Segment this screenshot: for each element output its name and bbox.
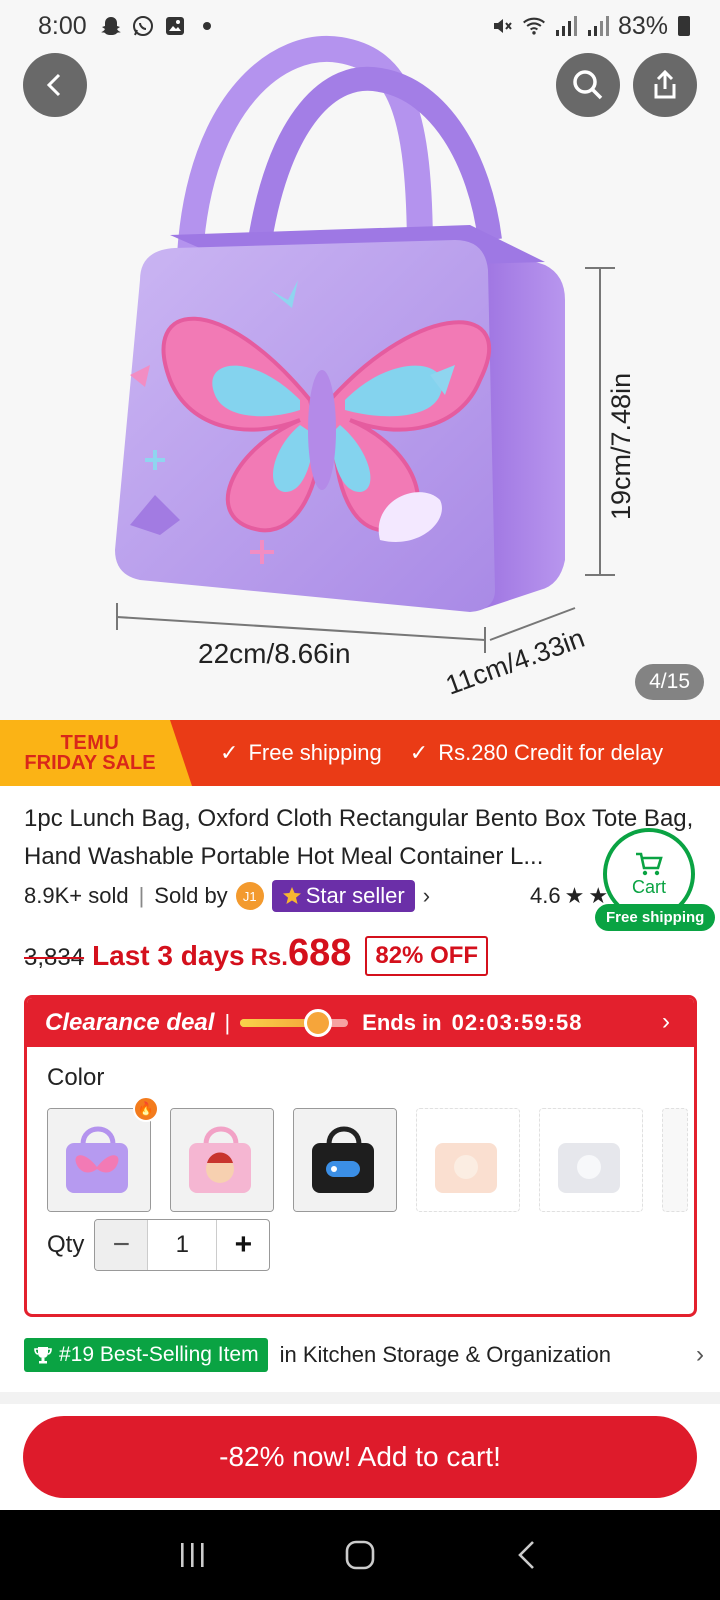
color-swatch-more[interactable] (662, 1108, 688, 1212)
search-button[interactable] (556, 53, 620, 117)
price-row: 3,834 Last 3 days Rs. 688 82% OFF (24, 932, 489, 980)
clearance-deal-panel: Clearance deal | Ends in 02:03:59:58 › C… (24, 995, 697, 1317)
rating[interactable]: 4.6 ★ ★ (530, 878, 608, 914)
star-icon (282, 887, 301, 904)
battery-percent: 83% (617, 11, 668, 40)
dot-icon (195, 14, 219, 38)
best-seller-label: #19 Best-Selling Item (59, 1343, 259, 1366)
countdown-timer: 02:03:59:58 (451, 1009, 583, 1035)
ends-in-label: Ends in (362, 1009, 442, 1035)
clearance-progress-bar (240, 1008, 349, 1037)
snapchat-icon (99, 14, 123, 38)
dim-width-label: 22cm/8.66in (198, 638, 351, 669)
whatsapp-icon (131, 14, 155, 38)
home-button[interactable] (330, 1535, 390, 1575)
add-to-cart-button[interactable]: -82% now! Add to cart! (23, 1416, 697, 1498)
battery-icon (678, 16, 690, 36)
quantity-stepper: − 1 + (94, 1219, 271, 1271)
fire-icon: 🔥 (133, 1096, 159, 1122)
back-icon (517, 1541, 534, 1569)
promo-free-shipping: ✓ Free shipping (220, 740, 382, 766)
section-divider (0, 1392, 720, 1404)
currency: Rs. (250, 944, 288, 971)
cart-icon (636, 852, 663, 875)
divider: | (224, 1009, 231, 1035)
lunch-bag-image: 19cm/7.48in 22cm/8.66in 11cm/4.33in (115, 35, 636, 701)
clock-icon (304, 1008, 333, 1037)
dim-depth-label: 11cm/4.33in (442, 623, 589, 701)
color-swatch-orange-unavailable[interactable] (416, 1108, 520, 1212)
color-swatch-pink[interactable] (170, 1108, 274, 1212)
temu-friday-sale-badge: TEMU FRIDAY SALE (0, 720, 192, 786)
chevron-right-icon[interactable]: › (696, 1341, 704, 1369)
signal-icon (554, 14, 578, 38)
trophy-icon (34, 1347, 52, 1364)
product-title[interactable]: 1pc Lunch Bag, Oxford Cloth Rectangular … (24, 800, 694, 876)
quantity-row: Qty − 1 + (47, 1219, 271, 1271)
search-icon (573, 70, 603, 100)
image-counter: 4/15 (635, 664, 704, 700)
sold-by-label: Sold by (154, 883, 228, 908)
share-icon (654, 69, 676, 99)
qty-increment-button[interactable]: + (217, 1220, 269, 1270)
seller-avatar[interactable]: J1 (235, 882, 264, 910)
dim-height-label: 19cm/7.48in (606, 373, 636, 520)
color-swatches: 🔥 (47, 1096, 688, 1212)
best-seller-category: in Kitchen Storage & Organization (279, 1342, 612, 1367)
cart-free-shipping-pill: Free shipping (595, 904, 716, 931)
recent-apps-icon (181, 1543, 204, 1567)
swatch-image (540, 1109, 642, 1211)
star-seller-label: Star seller (305, 883, 405, 908)
best-seller-badge: #19 Best-Selling Item (24, 1338, 268, 1372)
swatch-image (417, 1109, 519, 1211)
signal-icon (586, 14, 610, 38)
original-price: 3,834 (24, 944, 85, 971)
swatch-image (171, 1109, 273, 1211)
star-seller-badge[interactable]: Star seller (271, 880, 415, 912)
clearance-title: Clearance deal (45, 1008, 215, 1036)
status-bar: 8:00 83% (0, 0, 720, 52)
recent-apps-button[interactable] (163, 1535, 223, 1575)
promo-free-shipping-label: Free shipping (248, 740, 382, 765)
cart-label: Cart (631, 876, 666, 897)
chevron-right-icon[interactable]: › (423, 883, 430, 909)
system-back-button[interactable] (497, 1535, 557, 1575)
check-icon: ✓ (409, 740, 429, 765)
gallery-icon (163, 14, 187, 38)
rating-value: 4.6 (530, 883, 561, 908)
promo-banner[interactable]: TEMU FRIDAY SALE ✓ Free shipping ✓ Rs.28… (0, 720, 720, 786)
promo-credit-label: Rs.280 Credit for delay (438, 740, 664, 765)
back-button[interactable] (23, 53, 87, 117)
share-button[interactable] (633, 53, 697, 117)
color-label: Color (47, 1064, 105, 1091)
qty-value[interactable]: 1 (147, 1220, 218, 1270)
swatch-image (294, 1109, 396, 1211)
color-swatch-gray-unavailable[interactable] (539, 1108, 643, 1212)
color-swatch-purple-butterfly[interactable] (47, 1108, 151, 1212)
current-price: 688 (287, 932, 352, 974)
badge-line2: FRIDAY SALE (24, 752, 156, 774)
sold-count: 8.9K+ sold (24, 883, 129, 908)
divider: | (138, 883, 145, 908)
star-icon: ★ (564, 883, 585, 908)
status-time: 8:00 (38, 11, 87, 40)
last-days-label: Last 3 days (92, 940, 245, 971)
qty-label: Qty (47, 1231, 85, 1258)
swatch-image (48, 1109, 150, 1211)
clearance-header[interactable]: Clearance deal | Ends in 02:03:59:58 › (27, 998, 694, 1047)
system-nav-bar (0, 1510, 720, 1600)
chevron-right-icon[interactable]: › (662, 1008, 670, 1036)
chevron-left-icon (46, 73, 61, 97)
qty-decrement-button[interactable]: − (95, 1220, 148, 1270)
check-icon: ✓ (220, 740, 239, 765)
wifi-icon (522, 14, 546, 38)
best-seller-row[interactable]: #19 Best-Selling Item in Kitchen Storage… (24, 1336, 704, 1374)
color-swatch-black-gamer[interactable] (293, 1108, 397, 1212)
promo-credit: ✓ Rs.280 Credit for delay (410, 740, 663, 766)
discount-badge: 82% OFF (365, 936, 489, 976)
badge-line1: TEMU (60, 732, 120, 754)
product-image-gallery[interactable]: 19cm/7.48in 22cm/8.66in 11cm/4.33in 4/15 (0, 0, 720, 720)
home-icon (345, 1540, 375, 1570)
mute-icon (490, 14, 514, 38)
